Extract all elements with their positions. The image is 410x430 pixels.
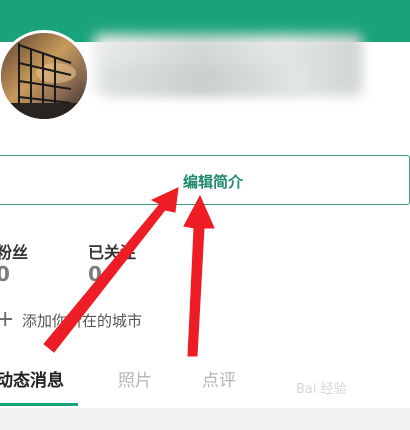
user-info-blurred bbox=[104, 64, 304, 94]
add-city-label: 添加你所在的城市 bbox=[22, 311, 143, 330]
edit-bio-label: 编辑简介 bbox=[182, 173, 243, 191]
watermark: Bai 经验 bbox=[296, 382, 347, 397]
tab-reviews[interactable]: 点评 bbox=[202, 366, 236, 391]
following-label: 已关注 bbox=[88, 243, 137, 262]
active-tab-indicator bbox=[0, 403, 78, 406]
red-arrow-right-icon bbox=[183, 194, 215, 357]
tab-photos[interactable]: 照片 bbox=[118, 366, 152, 391]
fans-label: 粉丝 bbox=[0, 243, 29, 262]
profile-tabs: 动态消息 照片 点评 bbox=[0, 358, 410, 408]
following-count[interactable]: 0 bbox=[88, 262, 102, 286]
avatar[interactable] bbox=[0, 30, 90, 122]
avatar-photo-icon bbox=[1, 33, 87, 119]
edit-bio-button[interactable]: 编辑简介 bbox=[0, 155, 410, 205]
plus-icon: + bbox=[0, 307, 15, 332]
add-city-row[interactable]: + 添加你所在的城市 bbox=[0, 308, 142, 332]
tab-activity[interactable]: 动态消息 bbox=[0, 366, 64, 391]
content-divider bbox=[0, 408, 410, 430]
fans-count[interactable]: 0 bbox=[0, 262, 10, 286]
